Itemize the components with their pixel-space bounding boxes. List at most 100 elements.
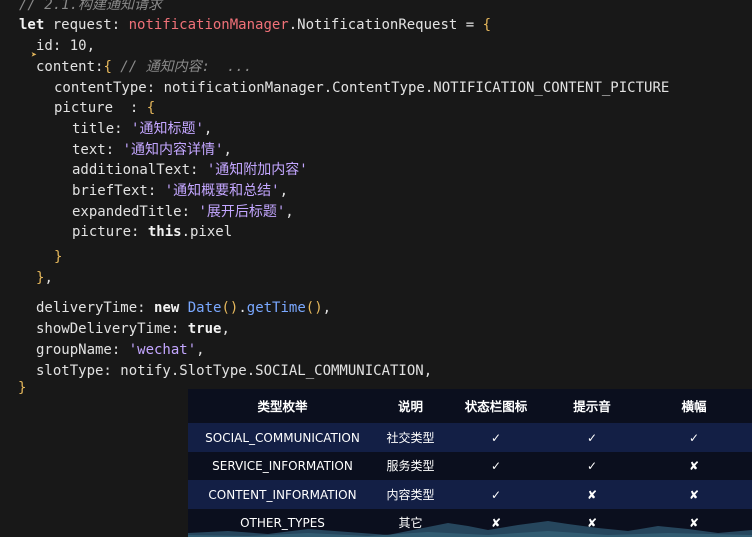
brace: () <box>221 300 239 316</box>
code-string: '展开后标题' <box>198 204 286 220</box>
code-line-3: content:{ // 通知内容: ... <box>36 57 252 77</box>
cross-icon: ✘ <box>586 487 598 502</box>
code-punct: , <box>279 183 289 199</box>
code-line-12: } <box>54 247 62 267</box>
code-punct: , <box>86 38 96 54</box>
check-icon: ✓ <box>490 458 502 473</box>
keyword: this <box>147 224 182 240</box>
namespace: notificationManager <box>128 17 289 33</box>
table-cell: 内容类型 <box>386 488 435 502</box>
table-row: SOCIAL_COMMUNICATION 社交类型 ✓ ✓ ✓ <box>188 423 752 452</box>
table-header-cell: 说明 <box>397 398 423 414</box>
table-cell: 其它 <box>398 516 423 530</box>
code-line-9: briefText: '通知概要和总结', <box>72 181 288 201</box>
cross-icon: ✘ <box>490 515 502 530</box>
slot-type-table: 类型枚举 说明 状态栏图标 提示音 横幅 SOCIAL_COMMUNICATIO… <box>188 389 752 537</box>
code-key: picture: <box>72 224 148 240</box>
code-punct: , <box>322 300 332 316</box>
code-line-6: title: '通知标题', <box>72 119 212 139</box>
table-header-cell: 横幅 <box>681 398 707 414</box>
code-key: deliveryTime: <box>36 300 155 316</box>
code-line-comment: // 2.1.构建通知请求 <box>19 0 162 15</box>
table-row: OTHER_TYPES 其它 ✘ ✘ ✘ <box>188 508 752 537</box>
table-header-cell: 提示音 <box>573 398 611 414</box>
keyword: let <box>19 17 45 33</box>
table-cell: SOCIAL_COMMUNICATION <box>205 430 360 445</box>
table-row: CONTENT_INFORMATION 内容类型 ✓ ✘ ✘ <box>188 480 752 509</box>
code-key: briefText: <box>72 183 165 199</box>
code-line-15: showDeliveryTime: true, <box>36 319 230 339</box>
code-key: title: <box>72 121 132 137</box>
brace: { <box>482 17 492 33</box>
code-line-17: slotType: notify.SlotType.SOCIAL_COMMUNI… <box>36 361 432 381</box>
table-header-row: 类型枚举 说明 状态栏图标 提示音 横幅 <box>188 389 752 421</box>
brace: { <box>103 59 112 75</box>
code-line-5: picture : { <box>54 98 155 118</box>
code-text: request: <box>44 17 129 33</box>
code-punct: , <box>223 142 232 158</box>
code-function: getTime <box>246 300 306 316</box>
check-icon: ✓ <box>586 430 598 445</box>
code-comment: // 通知内容: ... <box>111 59 253 75</box>
code-number: 10 <box>69 38 87 54</box>
table-cell: 服务类型 <box>386 459 435 473</box>
table-cell: SERVICE_INFORMATION <box>212 458 353 473</box>
code-line-18: } <box>18 378 26 398</box>
code-text: slotType: notify.SlotType.SOCIAL_COMMUNI… <box>36 363 433 379</box>
brace: } <box>54 249 63 265</box>
check-icon: ✓ <box>688 430 700 445</box>
code-key: picture : <box>54 100 147 116</box>
code-text: contentType: notificationManager.Content… <box>54 80 670 96</box>
code-line-11: picture: this.pixel <box>72 222 232 242</box>
code-line-8: additionalText: '通知附加内容' <box>72 160 308 180</box>
code-line-4: contentType: notificationManager.Content… <box>54 78 669 98</box>
code-class: Date <box>187 300 222 316</box>
code-line-16: groupName: 'wechat', <box>36 340 205 360</box>
cross-icon: ✘ <box>586 515 598 530</box>
cross-icon: ✘ <box>688 458 700 473</box>
check-icon: ✓ <box>586 458 598 473</box>
code-key: text: <box>72 142 123 158</box>
keyword: new <box>154 300 180 316</box>
code-key: content: <box>36 59 104 75</box>
code-line-7: text: '通知内容详情', <box>72 140 232 160</box>
code-text: .NotificationRequest = <box>288 17 483 33</box>
code-string: 'wechat' <box>128 342 197 358</box>
code-punct: , <box>44 270 53 286</box>
check-icon: ✓ <box>490 487 502 502</box>
code-punct: , <box>196 342 205 358</box>
table-cell: CONTENT_INFORMATION <box>208 487 357 502</box>
brace: { <box>146 100 156 116</box>
code-key: groupName: <box>36 342 129 358</box>
table-cell: OTHER_TYPES <box>240 515 325 530</box>
code-punct: , <box>285 204 294 220</box>
code-punct: . <box>238 300 247 316</box>
code-line-1: let request: notificationManager.Notific… <box>19 15 491 35</box>
cross-icon: ✘ <box>688 487 700 502</box>
check-icon: ✓ <box>490 430 502 445</box>
code-string: '通知标题' <box>131 121 204 137</box>
code-key: id: <box>36 38 70 54</box>
code-string: '通知内容详情' <box>122 142 224 158</box>
code-line-2: id: 10, <box>36 36 95 56</box>
brace: } <box>18 380 27 396</box>
cross-icon: ✘ <box>688 515 700 530</box>
code-comment: // 2.1.构建通知请求 <box>19 0 163 13</box>
code-punct: , <box>203 121 213 137</box>
code-key: showDeliveryTime: <box>36 321 188 337</box>
code-line-10: expandedTitle: '展开后标题', <box>72 202 294 222</box>
code-string: '通知概要和总结' <box>164 183 280 199</box>
code-key: expandedTitle: <box>72 204 199 220</box>
code-line-13: }, <box>36 268 53 288</box>
keyword: true <box>187 321 222 337</box>
code-key: additionalText: <box>72 162 207 178</box>
table-header-cell: 状态栏图标 <box>464 398 528 414</box>
code-line-14: deliveryTime: new Date().getTime(), <box>36 298 331 318</box>
table-row: SERVICE_INFORMATION 服务类型 ✓ ✓ ✘ <box>188 451 752 480</box>
brace: () <box>305 300 323 316</box>
code-punct: , <box>221 321 230 337</box>
code-string: '通知附加内容' <box>206 162 308 178</box>
table-header-cell: 类型枚举 <box>257 398 308 414</box>
table-cell: 社交类型 <box>386 431 435 445</box>
